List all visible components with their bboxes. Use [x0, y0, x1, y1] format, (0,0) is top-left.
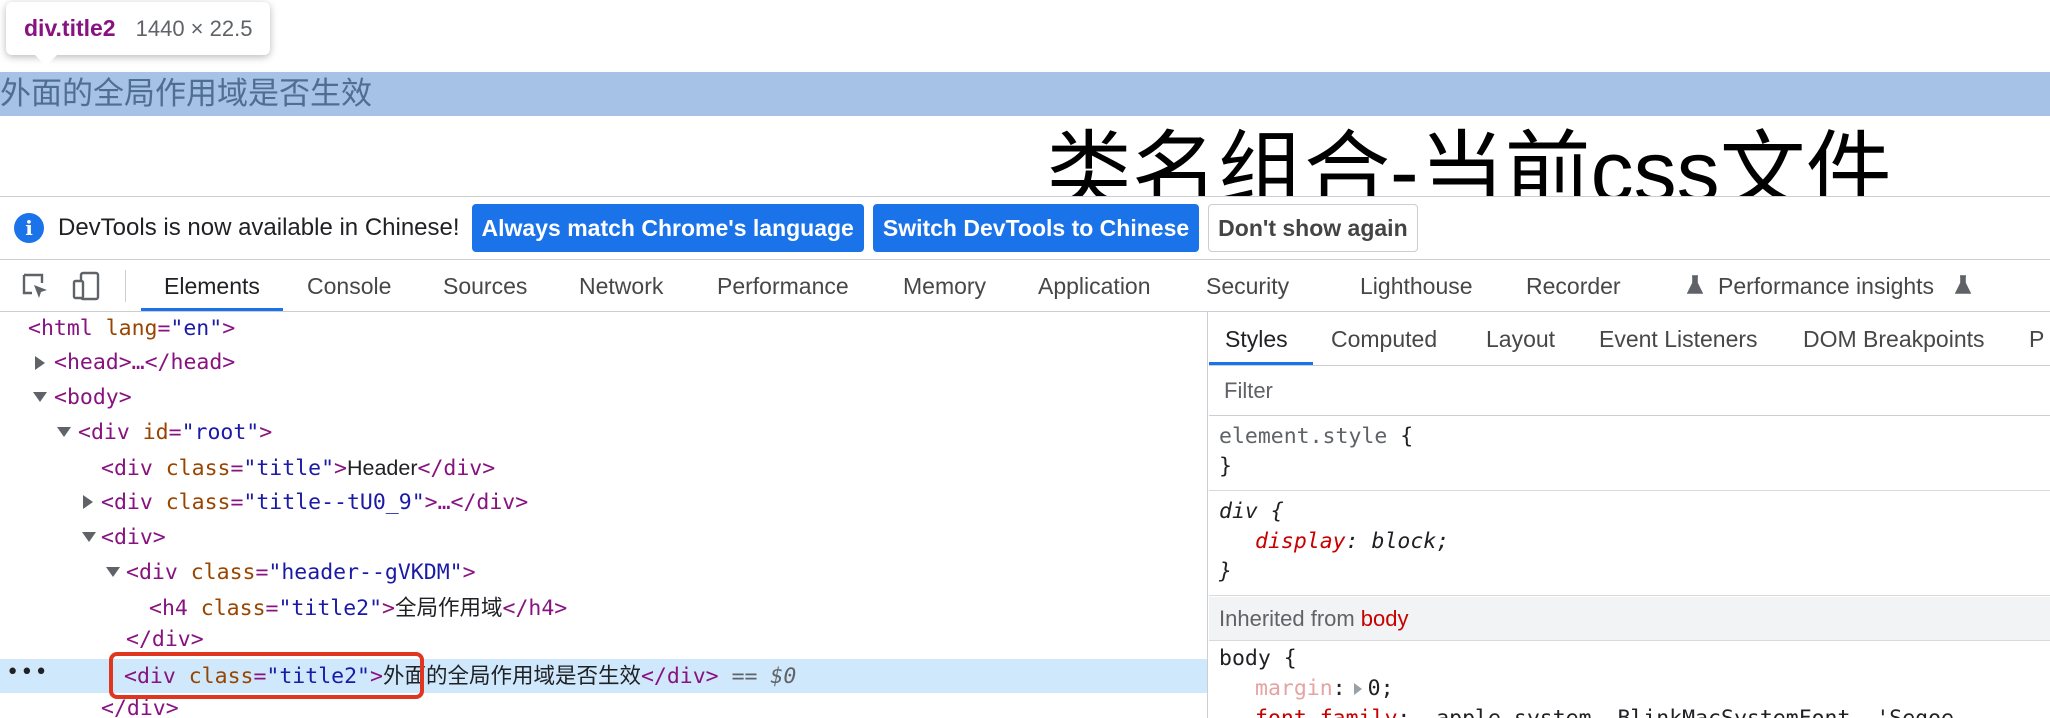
rule-element-style[interactable]: element.style { } — [1209, 417, 2050, 491]
styles-filter-input[interactable]: Filter — [1224, 366, 1273, 416]
flask-icon — [1687, 275, 1703, 294]
tab-console[interactable]: Console — [307, 260, 391, 312]
tab-dom-breakpoints[interactable]: DOM Breakpoints — [1803, 312, 1985, 366]
tab-event-listeners[interactable]: Event Listeners — [1599, 312, 1758, 366]
node-actions-menu[interactable]: ••• — [6, 659, 49, 693]
styles-pane: Styles Computed Layout Event Listeners D… — [1209, 312, 2050, 718]
infobar-message: DevTools is now available in Chinese! — [58, 214, 460, 241]
styles-filter-bar: Filter — [1209, 366, 2050, 416]
switch-to-chinese-button[interactable]: Switch DevTools to Chinese — [872, 204, 1200, 252]
expand-triangle-icon[interactable] — [83, 495, 93, 509]
active-tab-indicator — [1209, 362, 1313, 365]
toolbar-divider — [125, 270, 126, 302]
dom-node-root[interactable]: <div id="root"> — [78, 416, 272, 450]
dom-node-html[interactable]: <html lang="en"> — [28, 312, 235, 346]
css-value-font-family: -apple-system, BlinkMacSystemFont, 'Sego… — [1423, 706, 1954, 718]
elements-tree: ••• <html lang="en"> <head>…</head> <bod… — [0, 312, 1208, 718]
dom-node-header-hash[interactable]: <div class="header--gVKDM"> — [126, 556, 476, 590]
active-tab-indicator — [141, 308, 283, 311]
tab-styles[interactable]: Styles — [1225, 312, 1288, 366]
tab-performance[interactable]: Performance — [717, 260, 849, 312]
tab-performance-insights[interactable]: Performance insights — [1718, 260, 1934, 312]
inspect-element-icon[interactable] — [20, 271, 50, 301]
collapse-triangle-icon[interactable] — [106, 567, 120, 577]
tooltip-size: 1440 × 22.5 — [135, 15, 253, 41]
tab-elements[interactable]: Elements — [164, 260, 260, 312]
language-infobar: i DevTools is now available in Chinese! … — [0, 197, 2050, 260]
page-heading: 类名组合-当前css文件 — [1046, 124, 1892, 196]
devtools-panel: i DevTools is now available in Chinese! … — [0, 196, 2050, 718]
flask-icon — [1955, 275, 1971, 294]
css-property-display: display — [1255, 529, 1346, 554]
tab-sources[interactable]: Sources — [443, 260, 527, 312]
css-value-margin: 0; — [1367, 676, 1394, 701]
expand-triangle-icon[interactable] — [35, 356, 45, 370]
annotation-highlight-box — [109, 652, 424, 699]
expand-triangle-icon[interactable] — [1353, 683, 1362, 695]
inherited-from-header: Inherited from body — [1209, 597, 2050, 641]
rule-div[interactable]: div { display: block; } — [1209, 492, 2050, 596]
dom-node-title[interactable]: <div class="title">Header</div> — [101, 451, 495, 485]
inspected-page: 外面的全局作用域是否生效 类名组合-当前css文件 — [0, 0, 2050, 196]
tab-computed[interactable]: Computed — [1331, 312, 1437, 366]
dom-node-h4[interactable]: <h4 class="title2">全局作用域</h4> — [149, 591, 567, 625]
devtools-tabbar: Elements Console Sources Network Perform… — [0, 260, 2050, 312]
tab-application[interactable]: Application — [1038, 260, 1151, 312]
inherited-element-link[interactable]: body — [1361, 606, 1409, 631]
inspect-tooltip: div.title2 1440 × 22.5 — [6, 2, 271, 66]
tab-memory[interactable]: Memory — [903, 260, 986, 312]
css-property-font-family: font-family — [1255, 706, 1397, 718]
css-property-margin: margin — [1255, 676, 1333, 701]
tab-recorder[interactable]: Recorder — [1526, 260, 1621, 312]
tooltip-selector: div.title2 — [24, 15, 116, 41]
info-icon: i — [14, 213, 44, 243]
tooltip-arrow — [34, 54, 58, 66]
dom-node-title-hash[interactable]: <div class="title--tU0_9">…</div> — [101, 486, 528, 520]
dom-node-body[interactable]: <body> — [54, 381, 132, 415]
collapse-triangle-icon[interactable] — [82, 532, 96, 542]
tab-lighthouse[interactable]: Lighthouse — [1360, 260, 1473, 312]
device-toggle-icon[interactable] — [71, 270, 103, 302]
collapse-triangle-icon[interactable] — [33, 392, 47, 402]
collapse-triangle-icon[interactable] — [57, 427, 71, 437]
selected-node-ref: == $0 — [731, 664, 797, 689]
highlighted-element-text: 外面的全局作用域是否生效 — [0, 76, 372, 111]
dont-show-again-button[interactable]: Don't show again — [1208, 204, 1418, 252]
tab-network[interactable]: Network — [579, 260, 663, 312]
dom-node-head[interactable]: <head>…</head> — [54, 346, 235, 380]
tab-layout[interactable]: Layout — [1486, 312, 1555, 366]
rule-body[interactable]: body { margin:0; font-family: -apple-sys… — [1209, 642, 2050, 718]
dom-node-div[interactable]: <div> — [101, 521, 166, 555]
tab-overflow[interactable]: P — [2029, 312, 2044, 366]
css-value-display: block; — [1371, 529, 1450, 554]
tab-security[interactable]: Security — [1206, 260, 1289, 312]
styles-tabbar: Styles Computed Layout Event Listeners D… — [1209, 312, 2050, 366]
always-match-language-button[interactable]: Always match Chrome's language — [471, 204, 864, 252]
